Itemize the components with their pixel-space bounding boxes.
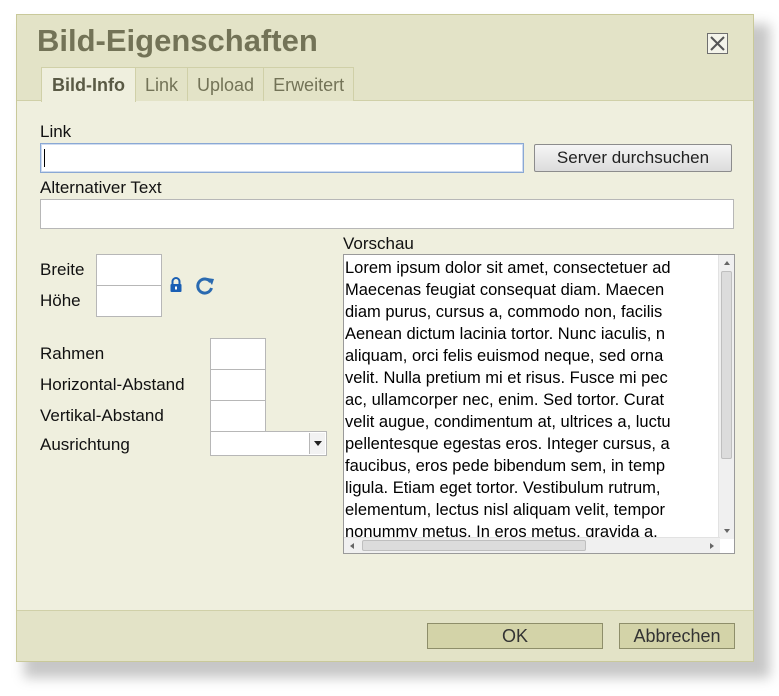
tab-upload[interactable]: Upload xyxy=(187,67,265,101)
preview-label: Vorschau xyxy=(343,234,414,253)
hspace-label: Horizontal-Abstand xyxy=(40,375,185,394)
dialog-titlebar[interactable]: Bild-Eigenschaften Bild-Info Link Upload… xyxy=(17,15,753,102)
preview-line: velit. Nulla pretium mi et risus. Fusce … xyxy=(345,369,668,387)
preview-line: aliquam, orci felis euismod neque, sed o… xyxy=(345,347,664,365)
preview-line: elementum, lectus nisl aliquam velit, te… xyxy=(345,501,666,519)
preview-line: faucibus, eros pede bibendum sem, in tem… xyxy=(345,457,666,475)
preview-line: Lorem ipsum dolor sit amet, consectetuer… xyxy=(345,259,671,277)
border-label: Rahmen xyxy=(40,344,105,363)
preview-line: Aenean dictum lacinia tortor. Nunc iacul… xyxy=(345,325,666,343)
alt-text-label: Alternativer Text xyxy=(40,178,162,197)
cancel-button[interactable]: Abbrechen xyxy=(619,623,735,649)
align-select[interactable] xyxy=(210,431,327,456)
link-label: Link xyxy=(40,122,72,141)
vspace-label: Vertikal-Abstand xyxy=(40,406,164,425)
width-label: Breite xyxy=(40,260,85,279)
preview-line: pellentesque egestas eros. Integer cursu… xyxy=(345,435,670,453)
link-input[interactable] xyxy=(40,143,524,173)
height-label: Höhe xyxy=(40,291,81,310)
preview-line: ligula. Etiam eget tortor. Vestibulum ru… xyxy=(345,479,661,497)
preview-line: nonummy metus. In eros metus, gravida a, xyxy=(345,523,658,537)
tab-link[interactable]: Link xyxy=(134,67,189,101)
vertical-scroll-thumb[interactable] xyxy=(721,271,732,459)
vertical-scrollbar[interactable] xyxy=(718,255,734,539)
preview-line: ac, ullamcorper nec, enim. Sed tortor. C… xyxy=(345,391,665,409)
scroll-down-icon[interactable] xyxy=(719,524,735,538)
preview-box[interactable]: Lorem ipsum dolor sit amet, consectetuer… xyxy=(343,254,735,554)
reset-size-icon[interactable] xyxy=(195,276,215,296)
tab-erweitert[interactable]: Erweitert xyxy=(263,67,355,101)
vspace-input[interactable] xyxy=(210,400,266,432)
dialog-footer: OK Abbrechen xyxy=(17,610,753,661)
preview-line: velit augue, condimentum at, ultrices a,… xyxy=(345,413,671,431)
scroll-right-icon[interactable] xyxy=(705,538,719,554)
alt-text-input[interactable] xyxy=(40,199,734,229)
preview-line: Maecenas feugiat consequat diam. Maecen xyxy=(345,281,665,299)
chevron-down-icon[interactable] xyxy=(309,433,325,454)
lock-icon[interactable] xyxy=(169,277,183,293)
horizontal-scroll-thumb[interactable] xyxy=(362,540,586,551)
tab-bild-info[interactable]: Bild-Info xyxy=(41,67,136,102)
scroll-up-icon[interactable] xyxy=(719,256,735,270)
dialog-title: Bild-Eigenschaften xyxy=(37,23,318,58)
image-properties-dialog: Bild-Eigenschaften Bild-Info Link Upload… xyxy=(16,14,754,662)
preview-text: Lorem ipsum dolor sit amet, consectetuer… xyxy=(345,257,717,537)
ok-button[interactable]: OK xyxy=(427,623,603,649)
preview-line: diam purus, cursus a, commodo non, facil… xyxy=(345,303,663,321)
close-icon[interactable] xyxy=(707,33,728,54)
browse-server-button[interactable]: Server durchsuchen xyxy=(534,144,732,172)
text-caret xyxy=(44,149,45,167)
border-input[interactable] xyxy=(210,338,266,370)
width-input[interactable] xyxy=(96,254,162,286)
height-input[interactable] xyxy=(96,285,162,317)
align-label: Ausrichtung xyxy=(40,435,130,454)
scroll-left-icon[interactable] xyxy=(345,538,359,554)
dialog-tabs: Bild-Info Link Upload Erweitert xyxy=(41,67,355,102)
hspace-input[interactable] xyxy=(210,369,266,401)
horizontal-scrollbar[interactable] xyxy=(344,537,720,553)
